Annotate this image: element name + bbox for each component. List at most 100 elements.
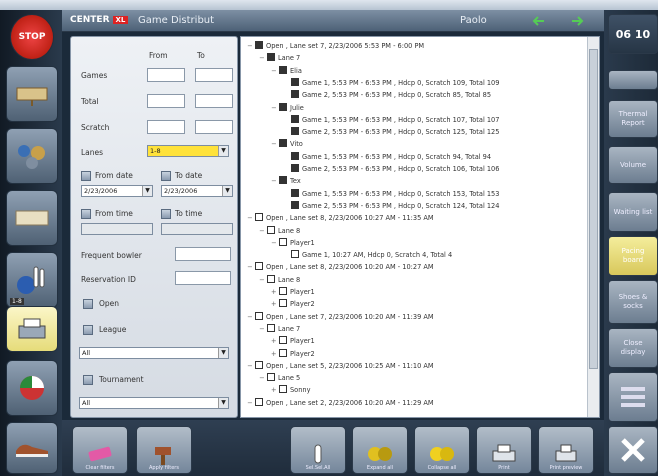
tree-row[interactable]: − Open , Lane set 7, 2/23/2006 10:20 AM -…	[247, 311, 434, 323]
row-checkbox[interactable]	[255, 262, 263, 271]
collapse-all-button[interactable]: Collapse all	[414, 426, 470, 474]
row-checkbox[interactable]	[255, 213, 263, 222]
tournament-select[interactable]: All ▼	[79, 397, 229, 409]
tree-row[interactable]: Game 2, 5:53 PM - 6:53 PM , Hdcp 0, Scra…	[283, 127, 499, 138]
thermal-report-button[interactable]: Thermal Report	[608, 100, 658, 138]
expand-toggle-icon[interactable]: −	[247, 362, 254, 370]
lanes-button[interactable]: 1-8	[6, 252, 58, 308]
expand-toggle-icon[interactable]: −	[247, 313, 254, 321]
tree-row[interactable]: − Lane 7	[259, 53, 300, 64]
scrollbar-thumb[interactable]	[589, 49, 598, 369]
expand-toggle-icon[interactable]: −	[247, 263, 254, 271]
row-checkbox[interactable]	[291, 90, 299, 99]
tree-row[interactable]: + Sonny	[271, 385, 310, 396]
row-checkbox[interactable]	[291, 188, 299, 197]
total-to-input[interactable]	[195, 94, 233, 108]
tree-row[interactable]: Game 1, 5:53 PM - 6:53 PM , Hdcp 0, Scra…	[283, 77, 499, 89]
games-from-input[interactable]	[147, 68, 185, 82]
print-reports-button[interactable]	[6, 306, 58, 352]
forward-arrow-icon[interactable]	[570, 14, 584, 28]
row-checkbox[interactable]	[255, 311, 263, 320]
scratch-from-input[interactable]	[147, 120, 185, 134]
tree-row[interactable]: + Player1	[271, 287, 315, 298]
expand-toggle-icon[interactable]: +	[271, 288, 278, 296]
row-checkbox[interactable]	[279, 102, 287, 111]
expand-toggle-icon[interactable]: −	[259, 325, 266, 333]
to-date-select[interactable]: 2/23/2006 ▼	[161, 185, 233, 197]
waiting-list-button[interactable]: Waiting list	[608, 192, 658, 232]
row-checkbox[interactable]	[279, 287, 287, 295]
print-button[interactable]: Print	[476, 426, 532, 474]
league-select[interactable]: All ▼	[79, 347, 229, 359]
row-checkbox[interactable]	[267, 225, 275, 234]
row-checkbox[interactable]	[267, 323, 275, 332]
row-checkbox[interactable]	[279, 65, 287, 74]
close-button[interactable]	[608, 426, 658, 474]
right-button-1[interactable]	[608, 70, 658, 90]
volume-button[interactable]: Volume	[608, 146, 658, 184]
from-date-select[interactable]: 2/23/2006 ▼	[81, 185, 153, 197]
expand-all-button[interactable]: Expand all	[352, 426, 408, 474]
tree-row[interactable]: − Open , Lane set 5, 2/23/2006 10:25 AM -…	[247, 360, 434, 372]
tree-row[interactable]: − Open , Lane set 2, 2/23/2006 10:20 AM -…	[247, 397, 434, 409]
row-checkbox[interactable]	[291, 114, 299, 123]
open-checkbox[interactable]	[83, 299, 93, 309]
row-checkbox[interactable]	[291, 164, 299, 172]
sign-icon-button[interactable]	[6, 66, 58, 122]
tree-row[interactable]: + Player2	[271, 348, 315, 360]
tree-row[interactable]: Game 2, 5:53 PM - 6:53 PM , Hdcp 0, Scra…	[283, 164, 499, 175]
tree-row[interactable]: − Lane 5	[259, 373, 300, 384]
expand-toggle-icon[interactable]: −	[271, 239, 278, 247]
expand-toggle-icon[interactable]: −	[271, 104, 278, 112]
row-checkbox[interactable]	[267, 373, 275, 382]
row-checkbox[interactable]	[291, 127, 299, 136]
select-all-button[interactable]: Sel.Sel.All	[290, 426, 346, 474]
expand-toggle-icon[interactable]: −	[247, 42, 254, 50]
tree-row[interactable]: + Player2	[271, 299, 315, 310]
reservation-id-input[interactable]	[175, 271, 231, 285]
from-time-checkbox[interactable]	[81, 209, 91, 219]
to-time-select[interactable]	[161, 223, 233, 235]
clear-filters-button[interactable]: Clear filters	[72, 426, 128, 474]
shoes-socks-button[interactable]: Shoes & socks	[608, 280, 658, 324]
row-checkbox[interactable]	[279, 336, 287, 345]
row-checkbox[interactable]	[291, 250, 299, 259]
reservation-button[interactable]	[6, 190, 58, 246]
row-checkbox[interactable]	[279, 385, 287, 394]
row-checkbox[interactable]	[279, 299, 287, 308]
expand-toggle-icon[interactable]: +	[271, 386, 278, 394]
back-arrow-icon[interactable]	[532, 14, 546, 28]
tree-scrollbar[interactable]	[587, 37, 599, 417]
expand-toggle-icon[interactable]: −	[271, 67, 278, 75]
expand-toggle-icon[interactable]: +	[271, 337, 278, 345]
expand-toggle-icon[interactable]: +	[271, 350, 278, 358]
tree-row[interactable]: − Tex	[271, 176, 301, 187]
tree-row[interactable]: Game 1, 5:53 PM - 6:53 PM , Hdcp 0, Scra…	[283, 188, 499, 200]
apply-filters-button[interactable]: Apply filters	[136, 426, 192, 474]
expand-toggle-icon[interactable]: −	[247, 214, 254, 222]
pacing-board-button[interactable]: Pacing board	[608, 236, 658, 276]
bowling-people-button[interactable]	[6, 128, 58, 184]
lanes-select[interactable]: 1-8 ▼	[147, 145, 229, 157]
tree-row[interactable]: Game 2, 5:53 PM - 6:53 PM , Hdcp 0, Scra…	[283, 200, 499, 212]
stop-button[interactable]: STOP	[10, 14, 54, 60]
league-checkbox[interactable]	[83, 325, 93, 335]
tree-row[interactable]: − Player1	[271, 237, 315, 249]
expand-toggle-icon[interactable]: −	[271, 140, 278, 148]
tree-row[interactable]: − Vito	[271, 139, 303, 150]
row-checkbox[interactable]	[255, 397, 263, 406]
to-time-checkbox[interactable]	[161, 209, 171, 219]
tree-row[interactable]: Game 1, 5:53 PM - 6:53 PM , Hdcp 0, Scra…	[283, 114, 499, 126]
close-display-button[interactable]: Close display	[608, 328, 658, 368]
row-checkbox[interactable]	[267, 53, 275, 62]
expand-toggle-icon[interactable]: −	[259, 54, 266, 62]
tree-row[interactable]: Game 1, 5:53 PM - 6:53 PM , Hdcp 0, Scra…	[283, 151, 491, 163]
shoes-button[interactable]	[6, 422, 58, 474]
games-to-input[interactable]	[195, 68, 233, 82]
to-date-checkbox[interactable]	[161, 171, 171, 181]
expand-toggle-icon[interactable]: −	[259, 227, 266, 235]
tournament-checkbox[interactable]	[83, 375, 93, 385]
tree-row[interactable]: Game 2, 5:53 PM - 6:53 PM , Hdcp 0, Scra…	[283, 90, 491, 101]
expand-toggle-icon[interactable]: −	[247, 399, 254, 407]
from-date-checkbox[interactable]	[81, 171, 91, 181]
